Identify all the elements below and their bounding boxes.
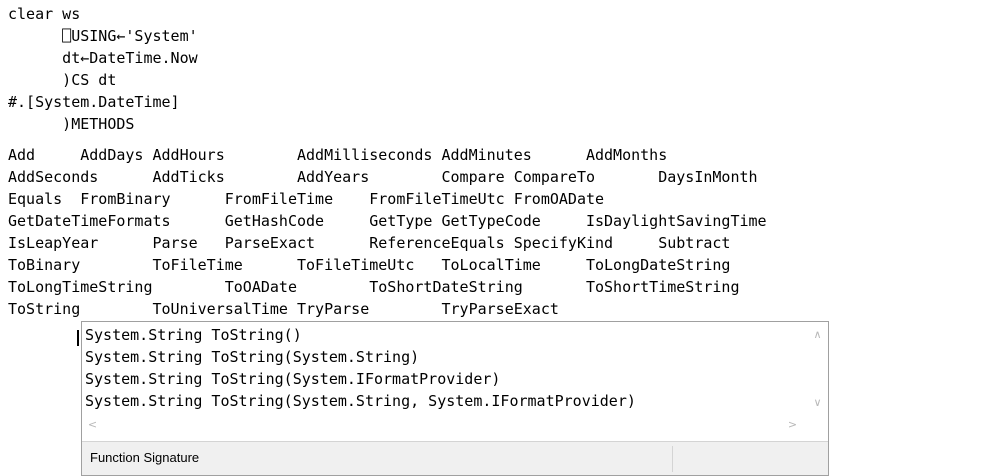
scroll-right-icon[interactable]: > <box>784 416 801 433</box>
vertical-scrollbar[interactable]: ∧ ∨ <box>809 324 826 416</box>
session-line: ToBinary ToFileTime ToFileTimeUtc ToLoca… <box>8 256 731 274</box>
session-line: dt←DateTime.Now <box>8 49 198 67</box>
signature-item[interactable]: System.String ToString(System.String, Sy… <box>85 390 636 412</box>
scroll-up-icon[interactable]: ∧ <box>809 326 826 343</box>
session-line: ⎕USING←'System' <box>8 27 198 45</box>
status-divider <box>672 446 673 472</box>
text-caret <box>77 330 79 346</box>
status-bar: Function Signature <box>82 441 828 475</box>
session-line: IsLeapYear Parse ParseExact ReferenceEqu… <box>8 234 731 252</box>
scroll-left-icon[interactable]: < <box>84 416 101 433</box>
session-line: clear ws <box>8 5 81 23</box>
session-line: GetDateTimeFormats GetHashCode GetType G… <box>8 212 767 230</box>
status-label: Function Signature <box>90 450 200 465</box>
session-line: Add AddDays AddHours AddMilliseconds Add… <box>8 146 668 164</box>
session-line: AddSeconds AddTicks AddYears Compare Com… <box>8 168 758 186</box>
autocomplete-popup[interactable]: System.String ToString() System.String T… <box>81 321 829 476</box>
signature-item[interactable]: System.String ToString() <box>85 324 302 346</box>
session-line: Equals FromBinary FromFileTime FromFileT… <box>8 190 605 208</box>
session-line: )METHODS <box>8 115 135 133</box>
horizontal-scrollbar[interactable]: < > <box>84 416 808 433</box>
session-line: #.[System.DateTime] <box>8 93 180 111</box>
signature-item[interactable]: System.String ToString(System.String) <box>85 346 419 368</box>
session-line: )CS dt <box>8 71 117 89</box>
session-line: ToLongTimeString ToOADate ToShortDateStr… <box>8 278 740 296</box>
signature-item[interactable]: System.String ToString(System.IFormatPro… <box>85 368 500 390</box>
signature-list[interactable]: System.String ToString() System.String T… <box>85 324 807 414</box>
scroll-down-icon[interactable]: ∨ <box>809 394 826 411</box>
session-line: ToString ToUniversalTime TryParse TryPar… <box>8 300 559 318</box>
